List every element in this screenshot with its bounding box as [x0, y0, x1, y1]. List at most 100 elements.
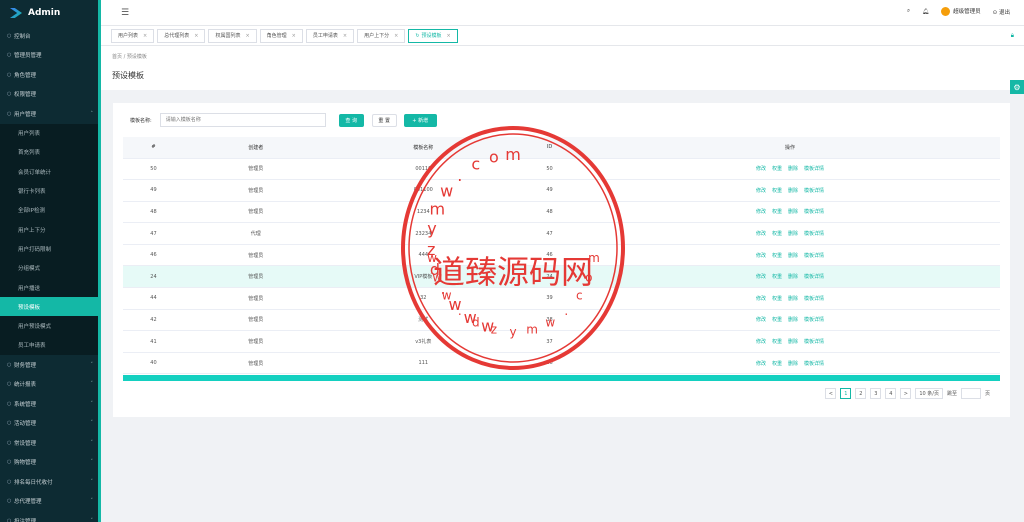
weight-link[interactable]: 权重 [772, 208, 782, 215]
sidebar-section-5[interactable]: ○ 购物管理 ˅ [0, 453, 101, 473]
tab-5[interactable]: 用户上下分 × [357, 28, 406, 43]
delete-link[interactable]: 删除 [788, 165, 798, 172]
weight-link[interactable]: 权重 [772, 165, 782, 172]
detail-link[interactable]: 模板详情 [804, 338, 824, 345]
sidebar-subitem-0[interactable]: 用户列表 [0, 123, 101, 143]
app-logo[interactable]: Admin [0, 0, 101, 26]
sidebar-subitem-10[interactable]: 用户预设模式 [0, 316, 101, 336]
sidebar-item-0[interactable]: ○ 控制台 [0, 26, 101, 46]
edit-link[interactable]: 修改 [756, 316, 766, 323]
sidebar-subitem-9[interactable]: 预设模板 [0, 297, 101, 317]
close-icon[interactable]: × [194, 33, 198, 39]
reset-button[interactable]: 重 置 [371, 113, 397, 127]
tab-2[interactable]: 权属国列表 × [208, 28, 257, 43]
bell-icon[interactable]: 🔔︎ [922, 9, 929, 15]
page-button[interactable]: 1 [840, 388, 852, 399]
sidebar-section-0[interactable]: ○ 财务管理 ˅ [0, 355, 101, 375]
edit-link[interactable]: 修改 [756, 295, 766, 302]
sidebar-section-2[interactable]: ○ 系统管理 ˅ [0, 394, 101, 414]
sidebar-item-3[interactable]: ○ 权限管理 [0, 85, 101, 105]
close-icon[interactable]: × [394, 33, 398, 39]
edit-link[interactable]: 修改 [756, 187, 766, 194]
sidebar-subitem-11[interactable]: 员工申请表 [0, 335, 101, 356]
sidebar-subitem-1[interactable]: 首充列表 [0, 142, 101, 163]
table-row[interactable]: 48 管理员 1234 48 修改 权重 删除 模板详情 [123, 201, 1000, 224]
edit-link[interactable]: 修改 [756, 208, 766, 215]
user-menu[interactable]: 超级管理员 [941, 7, 981, 16]
detail-link[interactable]: 模板详情 [804, 208, 824, 215]
tab-1[interactable]: 总代理列表 × [157, 28, 206, 43]
detail-link[interactable]: 模板详情 [804, 273, 824, 280]
table-row[interactable]: 40 管理员 111 36 修改 权重 删除 模板详情 [123, 352, 1000, 375]
sidebar-section-6[interactable]: ○ 排名每日代收付 ˅ [0, 472, 101, 492]
weight-link[interactable]: 权重 [772, 360, 782, 367]
close-icon[interactable]: × [292, 33, 296, 39]
edit-link[interactable]: 修改 [756, 165, 766, 172]
close-icon[interactable]: × [343, 33, 347, 39]
sidebar-item-4[interactable]: ○ 用户管理 ˄ [0, 104, 101, 124]
table-row[interactable]: 50 管理员 00110 50 修改 权重 删除 模板详情 [123, 158, 1000, 181]
weight-link[interactable]: 权重 [772, 273, 782, 280]
sidebar-subitem-4[interactable]: 全部IP检测 [0, 200, 101, 220]
detail-link[interactable]: 模板详情 [804, 295, 824, 302]
edit-link[interactable]: 修改 [756, 338, 766, 345]
settings-gear-icon[interactable]: ⚙ [1010, 80, 1024, 94]
tab-4[interactable]: 员工申请表 × [305, 28, 355, 43]
sidebar-item-1[interactable]: ○ 管理员管理 [0, 46, 101, 66]
sidebar-section-8[interactable]: ○ 投注管理 ˅ [0, 511, 101, 522]
logout-button[interactable]: ⊙ 退出 [993, 8, 1010, 16]
tab-3[interactable]: 角色管理 × [259, 28, 303, 43]
delete-link[interactable]: 删除 [788, 208, 798, 215]
table-row[interactable]: 24 管理员 VIP模板 24 修改 权重 删除 模板详情 [123, 265, 1000, 289]
sidebar-subitem-2[interactable]: 会员订单统计 [0, 162, 101, 182]
sidebar-section-1[interactable]: ○ 统计报表 ˅ [0, 375, 101, 395]
edit-link[interactable]: 修改 [756, 252, 766, 259]
detail-link[interactable]: 模板详情 [804, 252, 824, 259]
delete-link[interactable]: 删除 [788, 338, 798, 345]
delete-link[interactable]: 删除 [788, 295, 798, 302]
lock-icon[interactable]: 🔒︎ [1011, 32, 1014, 40]
delete-link[interactable]: 删除 [788, 187, 798, 194]
table-row[interactable]: 42 管理员 测试 38 修改 权重 删除 模板详情 [123, 309, 1000, 332]
edit-link[interactable]: 修改 [756, 360, 766, 367]
table-row[interactable]: 41 管理员 v3礼表 37 修改 权重 删除 模板详情 [123, 330, 1000, 353]
next-page-button[interactable]: > [900, 388, 912, 399]
weight-link[interactable]: 权重 [772, 187, 782, 194]
add-button[interactable]: + 新增 [403, 113, 437, 127]
detail-link[interactable]: 模板详情 [804, 230, 824, 237]
detail-link[interactable]: 模板详情 [804, 360, 824, 367]
page-button[interactable]: 4 [885, 388, 897, 399]
sidebar-subitem-8[interactable]: 用户播送 [0, 277, 101, 298]
detail-link[interactable]: 模板详情 [804, 316, 824, 323]
table-horizontal-scrollbar[interactable] [123, 375, 1000, 381]
edit-link[interactable]: 修改 [756, 230, 766, 237]
search-icon[interactable]: ⌕ [907, 8, 910, 15]
delete-link[interactable]: 删除 [788, 360, 798, 367]
tab-0[interactable]: 用户列表 × [111, 28, 155, 43]
sidebar-subitem-7[interactable]: 分组模式 [0, 258, 101, 278]
page-size-select[interactable]: 10 条/页 [915, 388, 943, 399]
weight-link[interactable]: 权重 [772, 230, 782, 237]
sidebar-section-7[interactable]: ○ 总代理管理 ˅ [0, 492, 101, 512]
table-row[interactable]: 44 管理员 32 39 修改 权重 删除 模板详情 [123, 287, 1000, 310]
weight-link[interactable]: 权重 [772, 295, 782, 302]
prev-page-button[interactable]: < [825, 388, 837, 399]
close-icon[interactable]: × [447, 33, 451, 39]
delete-link[interactable]: 删除 [788, 252, 798, 259]
sidebar-subitem-5[interactable]: 用户上下分 [0, 219, 101, 240]
table-row[interactable]: 46 管理员 444 46 修改 权重 删除 模板详情 [123, 244, 1000, 267]
menu-toggle-icon[interactable]: ☰ [121, 8, 129, 18]
close-icon[interactable]: × [143, 33, 147, 39]
detail-link[interactable]: 模板详情 [804, 165, 824, 172]
weight-link[interactable]: 权重 [772, 252, 782, 259]
close-icon[interactable]: × [245, 33, 249, 39]
detail-link[interactable]: 模板详情 [804, 187, 824, 194]
tab-6[interactable]: ↻ 预设模板 × [408, 28, 458, 43]
table-row[interactable]: 49 管理员 001100 49 修改 权重 删除 模板详情 [123, 179, 1000, 202]
sidebar-section-4[interactable]: ○ 常设管理 ˅ [0, 433, 101, 453]
page-button[interactable]: 3 [870, 388, 882, 399]
search-button[interactable]: 查 询 [338, 113, 364, 127]
delete-link[interactable]: 删除 [788, 316, 798, 323]
sidebar-subitem-6[interactable]: 用户打码限制 [0, 239, 101, 259]
edit-link[interactable]: 修改 [756, 273, 766, 280]
